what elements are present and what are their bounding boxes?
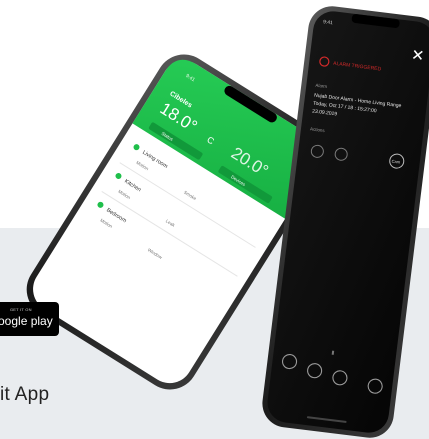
page-caption: it App (0, 384, 50, 405)
right-phone: 9:41 ALARM TRIGGERED Alarm Nujab Door Al… (262, 6, 429, 438)
badge-big-text: oogle play (0, 314, 53, 328)
google-play-badge[interactable]: GET IT ON oogle play (0, 302, 59, 336)
status-time: 9:41 (323, 19, 334, 26)
badge-small-text: GET IT ON (10, 307, 32, 312)
phones-scene: 9:41 Cibeles 18.0° C 20.0° Status Device… (26, 6, 429, 438)
